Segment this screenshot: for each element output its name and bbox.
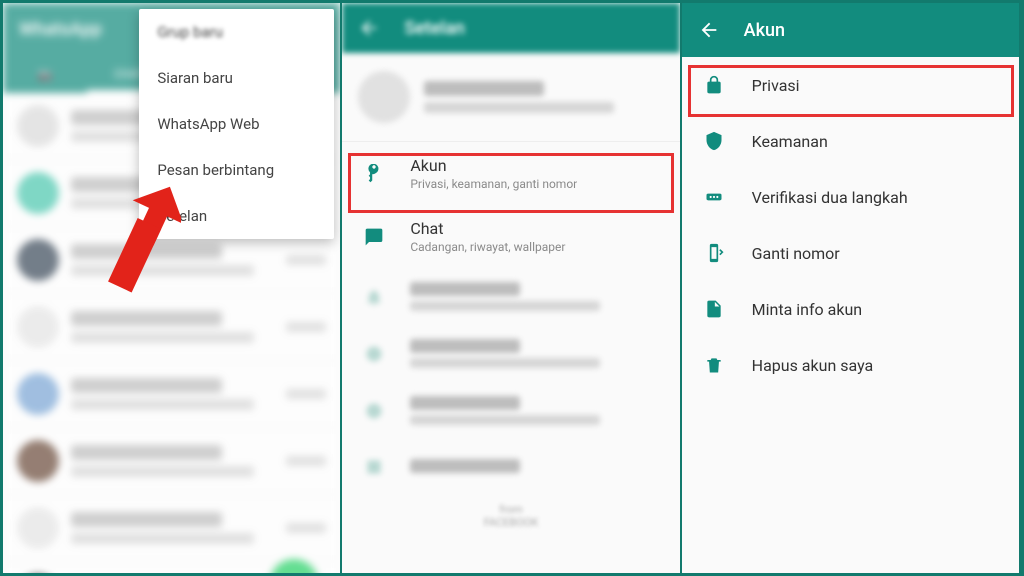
- account-item-twostep[interactable]: Verifikasi dua langkah: [682, 169, 1019, 225]
- back-icon[interactable]: [698, 19, 720, 41]
- account-item-request-info[interactable]: Minta info akun: [682, 281, 1019, 337]
- chat-row[interactable]: [3, 495, 340, 562]
- avatar: [17, 507, 59, 549]
- profile-avatar: [358, 71, 410, 123]
- avatar: [17, 373, 59, 415]
- chat-subtitle: Cadangan, riwayat, wallpaper: [410, 240, 565, 254]
- document-icon: [702, 297, 726, 321]
- account-header: Akun: [682, 3, 1019, 57]
- delete-label: Hapus akun saya: [752, 356, 874, 375]
- profile-row[interactable]: [342, 53, 679, 141]
- account-item-security[interactable]: Keamanan: [682, 113, 1019, 169]
- panel-account: Akun Privasi Keamanan Verifikasi dua lan…: [682, 3, 1021, 573]
- settings-item-account[interactable]: Akun Privasi, keamanan, ganti nomor: [342, 142, 679, 205]
- twostep-label: Verifikasi dua langkah: [752, 188, 908, 207]
- tab-camera[interactable]: 📷: [3, 57, 87, 93]
- menu-broadcast[interactable]: Siaran baru: [139, 55, 334, 101]
- settings-header: Setelan: [342, 3, 679, 53]
- menu-group-new[interactable]: Grup baru: [139, 9, 334, 55]
- request-info-label: Minta info akun: [752, 300, 862, 319]
- settings-item-data[interactable]: [342, 325, 679, 382]
- shield-icon: [702, 129, 726, 153]
- chat-icon: [360, 223, 388, 251]
- account-item-delete[interactable]: Hapus akun saya: [682, 337, 1019, 393]
- lock-icon: [702, 73, 726, 97]
- pin-icon: [702, 185, 726, 209]
- phone-change-icon: [702, 241, 726, 265]
- avatar: [17, 440, 59, 482]
- settings-item-notifications[interactable]: [342, 268, 679, 325]
- data-icon: [360, 340, 388, 368]
- app-title: WhatsApp: [19, 19, 102, 40]
- change-number-label: Ganti nomor: [752, 244, 840, 263]
- account-subtitle: Privasi, keamanan, ganti nomor: [410, 177, 577, 191]
- chat-title: Chat: [410, 219, 565, 238]
- invite-icon: [360, 453, 388, 481]
- panel-settings: Setelan Akun Privasi, keamanan, ganti no…: [342, 3, 681, 573]
- account-item-change-number[interactable]: Ganti nomor: [682, 225, 1019, 281]
- settings-title: Setelan: [404, 18, 465, 39]
- panel-chats: WhatsApp 📷 Chat Status Calls Grup baru S…: [3, 3, 342, 573]
- menu-starred[interactable]: Pesan berbintang: [139, 147, 334, 193]
- privacy-label: Privasi: [752, 76, 800, 95]
- account-header-title: Akun: [744, 20, 785, 41]
- help-icon: [360, 397, 388, 425]
- avatar: [17, 105, 59, 147]
- security-label: Keamanan: [752, 132, 828, 151]
- back-icon[interactable]: [358, 17, 380, 39]
- avatar: [17, 239, 59, 281]
- trash-icon: [702, 353, 726, 377]
- from-label: fromFACEBOOK: [342, 503, 679, 529]
- settings-item-invite[interactable]: [342, 439, 679, 495]
- chat-row[interactable]: [3, 294, 340, 361]
- account-item-privacy[interactable]: Privasi: [682, 57, 1019, 113]
- bell-icon: [360, 283, 388, 311]
- key-icon: [360, 160, 388, 188]
- account-title: Akun: [410, 156, 577, 175]
- chat-row[interactable]: [3, 428, 340, 495]
- overflow-menu: Grup baru Siaran baru WhatsApp Web Pesan…: [139, 9, 334, 239]
- menu-settings[interactable]: Setelan: [139, 193, 334, 239]
- menu-whatsapp-web[interactable]: WhatsApp Web: [139, 101, 334, 147]
- settings-item-chat[interactable]: Chat Cadangan, riwayat, wallpaper: [342, 205, 679, 268]
- avatar: [17, 306, 59, 348]
- settings-item-help[interactable]: [342, 382, 679, 439]
- avatar: [17, 172, 59, 214]
- chat-row[interactable]: [3, 361, 340, 428]
